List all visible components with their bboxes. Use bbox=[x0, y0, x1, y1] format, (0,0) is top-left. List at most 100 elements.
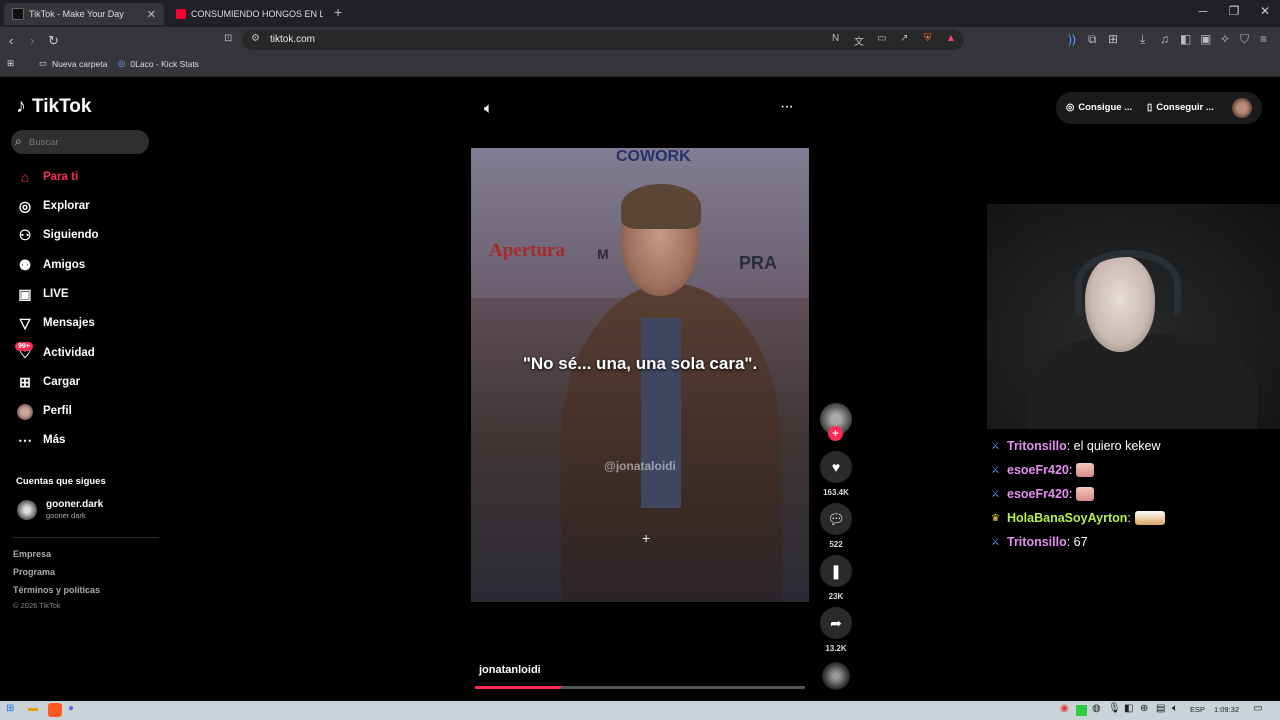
menu-icon[interactable]: ≡ bbox=[1260, 32, 1267, 46]
minimize-icon[interactable]: ─ bbox=[1190, 4, 1216, 18]
site-info-icon[interactable]: ⚙ bbox=[251, 33, 260, 44]
reload-icon[interactable]: ↻ bbox=[48, 33, 59, 49]
share-icon[interactable]: ↗ bbox=[900, 33, 908, 44]
restore-icon[interactable]: ❐ bbox=[1221, 4, 1247, 18]
music-disc-icon[interactable] bbox=[822, 662, 850, 690]
nav-item-perfil[interactable]: Perfil bbox=[16, 400, 72, 422]
extensions-icon[interactable]: ⧉ bbox=[1088, 32, 1097, 47]
nav-item-para-ti[interactable]: ⌂ Para ti bbox=[16, 166, 78, 188]
cast-icon[interactable]: ▭ bbox=[877, 33, 886, 44]
tray-app-icon[interactable]: ◧ bbox=[1124, 703, 1133, 714]
live-icon: ▣ bbox=[18, 285, 32, 302]
avatar[interactable] bbox=[1232, 98, 1252, 118]
followed-account-name[interactable]: gooner.dark bbox=[46, 499, 103, 510]
brave-shield-icon[interactable]: ⛨ bbox=[924, 33, 932, 44]
follow-plus-icon[interactable]: + bbox=[828, 426, 843, 441]
comment-count: 522 bbox=[829, 540, 843, 549]
tiktok-favicon-icon bbox=[12, 8, 24, 20]
back-icon[interactable]: ‹ bbox=[9, 33, 13, 48]
apps-grid-icon[interactable]: ⊞ bbox=[7, 58, 14, 69]
nav-item-live[interactable]: ▣ LIVE bbox=[16, 283, 69, 305]
video-watermark: @jonataloidi bbox=[604, 459, 676, 473]
tab-groups-icon[interactable]: ⊞ bbox=[1108, 32, 1118, 46]
tray-volume-icon[interactable]: 🔈︎ bbox=[1172, 703, 1178, 714]
video-player[interactable]: COWORK Apertura M PRA "No sé... una, una… bbox=[471, 148, 809, 602]
tray-record-icon[interactable]: ◉ bbox=[1060, 703, 1069, 714]
bookmark-label: Nueva carpeta bbox=[52, 58, 108, 69]
more-options-icon[interactable]: ··· bbox=[780, 98, 794, 116]
no-tracking-icon[interactable]: N bbox=[832, 33, 839, 44]
nav-item-amigos[interactable]: ⚉ Amigos bbox=[16, 254, 85, 276]
tray-language[interactable]: ESP bbox=[1190, 705, 1205, 714]
nav-item-siguiendo[interactable]: ⚇ Siguiendo bbox=[16, 224, 99, 246]
vpn-icon[interactable]: ⛉ bbox=[1240, 32, 1249, 47]
nav-item-mas[interactable]: ⋯ Más bbox=[16, 429, 65, 451]
discord-icon[interactable]: ● bbox=[68, 703, 74, 714]
save-button[interactable]: ❚ bbox=[820, 555, 852, 587]
url-text[interactable]: tiktok.com bbox=[270, 34, 315, 45]
tab-youtube[interactable]: CONSUMIENDO HONGOS EN LAS S bbox=[168, 3, 332, 25]
chat-message: ♛ HolaBanaSoyAyrton : bbox=[991, 506, 1280, 530]
tray-steam-icon[interactable]: ◍ bbox=[1092, 703, 1101, 714]
new-tab-icon[interactable]: + bbox=[334, 4, 342, 20]
close-icon[interactable]: ✕ bbox=[147, 8, 156, 21]
tiktok-note-icon: ♪ bbox=[16, 95, 26, 117]
os-taskbar bbox=[0, 701, 1280, 720]
tab-tiktok[interactable]: TikTok - Make Your Day ✕ bbox=[4, 3, 164, 25]
heart-icon: ♥ bbox=[831, 459, 841, 475]
window-close-icon[interactable]: ✕ bbox=[1252, 4, 1278, 18]
video-author[interactable]: jonatanloidi bbox=[479, 664, 541, 676]
nav-item-mensajes[interactable]: ▽ Mensajes bbox=[16, 312, 95, 334]
video-progress-fill bbox=[475, 686, 561, 689]
share-button[interactable]: ➦ bbox=[820, 607, 852, 639]
like-button[interactable]: ♥ bbox=[820, 451, 852, 483]
comment-button[interactable]: 💬︎ bbox=[820, 503, 852, 535]
tray-gamepad-icon[interactable]: ⊕ bbox=[1140, 703, 1148, 714]
search-input[interactable] bbox=[29, 131, 139, 153]
audio-extension-icon[interactable]: )) bbox=[1068, 32, 1076, 46]
search-icon[interactable]: ⌕ bbox=[15, 134, 22, 149]
get-coins-button[interactable]: ◎ Consigue ... bbox=[1066, 102, 1132, 113]
button-label: Conseguir ... bbox=[1156, 102, 1214, 113]
tray-network-icon[interactable]: ▤ bbox=[1156, 703, 1165, 714]
nav-item-cargar[interactable]: ⊞ Cargar bbox=[16, 371, 80, 393]
streamer-body bbox=[1027, 334, 1257, 429]
bookmark-folder[interactable]: ▭ Nueva carpeta bbox=[39, 58, 107, 69]
footer-link-terminos[interactable]: Términos y políticas bbox=[13, 585, 100, 595]
chat-user: esoeFr420 bbox=[1007, 463, 1069, 477]
chat-user: esoeFr420 bbox=[1007, 487, 1069, 501]
avatar[interactable] bbox=[17, 500, 37, 520]
volume-icon[interactable]: 🔈︎ bbox=[484, 100, 493, 117]
footer-link-empresa[interactable]: Empresa bbox=[13, 549, 51, 559]
footer-link-programa[interactable]: Programa bbox=[13, 567, 55, 577]
file-explorer-icon[interactable]: ▬ bbox=[28, 703, 38, 714]
leo-ai-icon[interactable]: ✧ bbox=[1220, 32, 1230, 46]
tray-mic-icon[interactable]: 🎙︎ bbox=[1108, 703, 1121, 714]
profile-avatar bbox=[16, 402, 34, 420]
download-icon[interactable]: ⤓ bbox=[1140, 32, 1145, 47]
bookmark-kick-stats[interactable]: ◎ 0Laco - Kick Stats bbox=[118, 58, 199, 69]
tray-clock[interactable]: 1:09:32 bbox=[1214, 705, 1239, 714]
nav-item-explorar[interactable]: ◎ Explorar bbox=[16, 195, 90, 217]
start-icon[interactable]: ⊞ bbox=[6, 703, 14, 714]
background-sign: M bbox=[597, 246, 609, 262]
music-icon[interactable]: ♫ bbox=[1160, 32, 1169, 46]
translate-icon[interactable]: 文 bbox=[854, 33, 864, 48]
nav-label: Explorar bbox=[43, 200, 90, 212]
wallet-icon[interactable]: ▣ bbox=[1200, 32, 1211, 46]
brave-browser-icon[interactable] bbox=[48, 703, 62, 717]
notifications-icon[interactable]: ▭ bbox=[1253, 703, 1262, 714]
sidebar-icon[interactable]: ◧ bbox=[1180, 32, 1191, 46]
get-app-button[interactable]: ▯ Conseguir ... bbox=[1147, 102, 1214, 113]
nav-label: LIVE bbox=[43, 288, 69, 300]
brave-rewards-icon[interactable]: ▲ bbox=[946, 33, 956, 44]
divider bbox=[12, 537, 159, 538]
forward-icon[interactable]: › bbox=[30, 33, 34, 48]
crown-icon: ♛ bbox=[991, 512, 1000, 524]
chat-text: : bbox=[1068, 463, 1073, 477]
bookmark-icon[interactable]: ⊡ bbox=[224, 33, 232, 44]
tab-title: TikTok - Make Your Day bbox=[29, 9, 124, 19]
chat-text: : 67 bbox=[1066, 535, 1088, 549]
tiktok-logo[interactable]: ♪ TikTok bbox=[16, 95, 91, 118]
tray-green-icon[interactable] bbox=[1076, 705, 1087, 716]
